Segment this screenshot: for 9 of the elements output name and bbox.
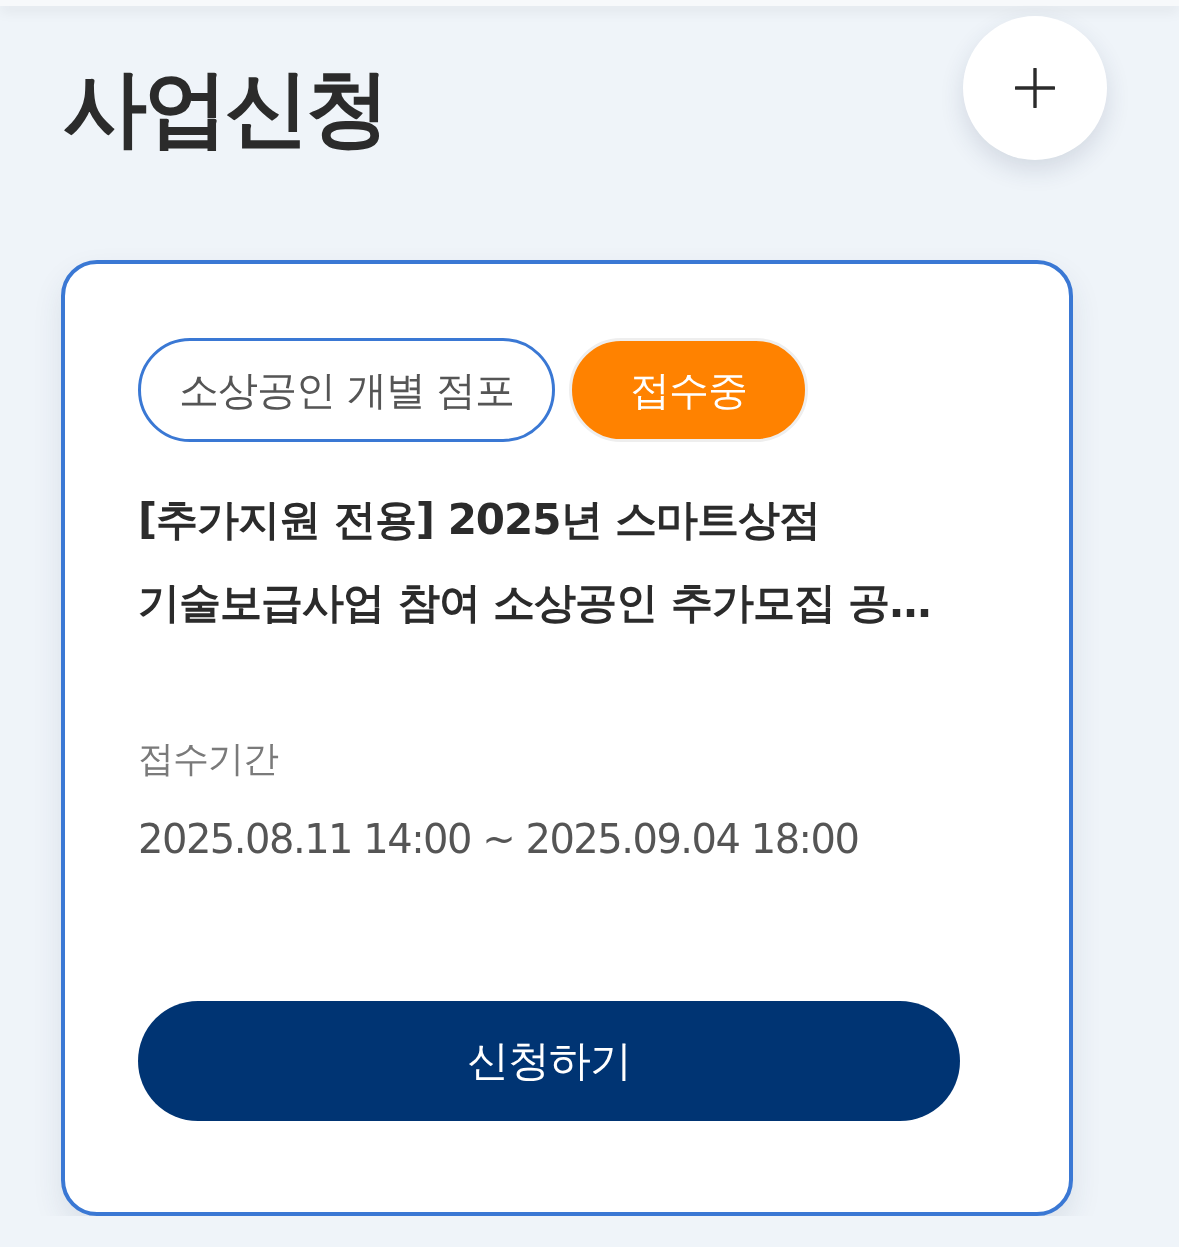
period-label: 접수기간	[138, 737, 279, 781]
plus-icon	[1015, 68, 1055, 108]
program-title: [추가지원 전용] 2025년 스마트상점 기술보급사업 참여 소상공인 추가모집 공…	[138, 494, 932, 629]
apply-button[interactable]: 신청하기	[138, 1001, 960, 1121]
page-title: 사업신청	[63, 60, 387, 156]
period-text: 2025.08.11 14:00 ~ 2025.09.04 18:00	[138, 815, 860, 864]
status-tag: 접수중	[569, 338, 809, 442]
program-card[interactable]: 소상공인 개별 점포 접수중 [추가지원 전용] 2025년 스마트상점 기술보급사업 참여 소상공인 추가모집 공… 접수기간 2025.08.11 14:00 ~ 2025.09.04 18:00 신청하기	[61, 260, 1073, 1216]
category-tag: 소상공인 개별 점포	[138, 338, 556, 442]
